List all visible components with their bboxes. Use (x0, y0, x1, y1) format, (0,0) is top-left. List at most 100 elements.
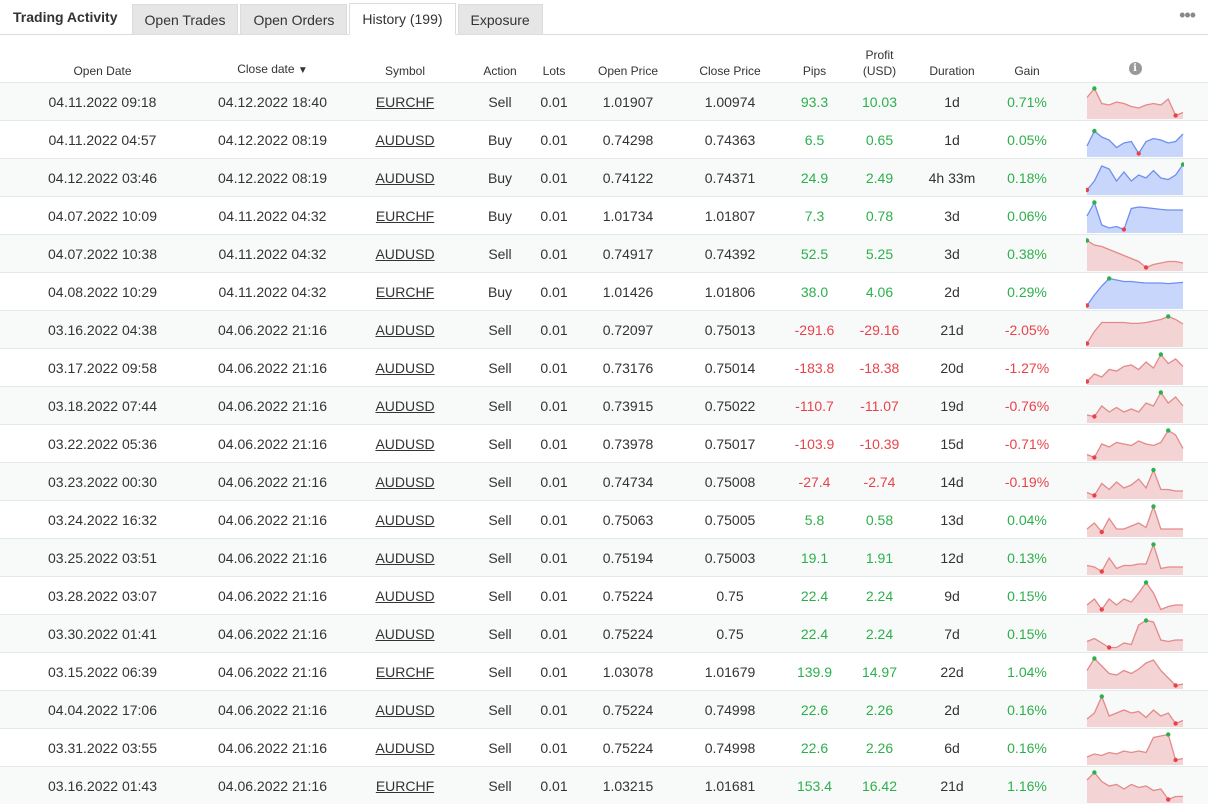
table-row[interactable]: 04.12.2022 03:46 04.12.2022 08:19 AUDUSD Bu… (0, 158, 1208, 197)
symbol-link[interactable]: AUDUSD (375, 322, 434, 338)
tab-exposure[interactable]: Exposure (457, 4, 543, 34)
symbol-link[interactable]: AUDUSD (375, 550, 434, 566)
table-row[interactable]: 03.30.2022 01:41 04.06.2022 21:16 AUDUSD Se… (0, 614, 1208, 653)
symbol-link[interactable]: EURCHF (376, 778, 434, 794)
cell-pips: 22.4 (782, 614, 847, 653)
cell-gain: -2.05% (992, 310, 1062, 349)
equity-sparkline (1086, 427, 1184, 461)
cell-chart (1062, 576, 1208, 615)
cell-open-price: 0.75194 (578, 538, 678, 577)
table-row[interactable]: 03.18.2022 07:44 04.06.2022 21:16 AUDUSD Se… (0, 386, 1208, 425)
cell-symbol: AUDUSD (340, 538, 470, 577)
table-row[interactable]: 03.17.2022 09:58 04.06.2022 21:16 AUDUSD Se… (0, 348, 1208, 387)
cell-action: Sell (470, 82, 530, 121)
info-icon[interactable]: i (1128, 62, 1142, 75)
table-row[interactable]: 04.04.2022 17:06 04.06.2022 21:16 AUDUSD Se… (0, 690, 1208, 729)
cell-pips: 24.9 (782, 158, 847, 197)
cell-symbol: AUDUSD (340, 462, 470, 501)
tab-history[interactable]: History (199) (349, 3, 456, 35)
cell-duration: 22d (912, 652, 992, 691)
col-gain[interactable]: Gain (992, 35, 1062, 83)
table-row[interactable]: 03.25.2022 03:51 04.06.2022 21:16 AUDUSD Se… (0, 538, 1208, 577)
table-row[interactable]: 04.11.2022 04:57 04.12.2022 08:19 AUDUSD Bu… (0, 120, 1208, 159)
col-profit[interactable]: Profit (USD) (847, 35, 912, 83)
table-row[interactable]: 03.24.2022 16:32 04.06.2022 21:16 AUDUSD Se… (0, 500, 1208, 539)
cell-duration: 2d (912, 272, 992, 311)
symbol-link[interactable]: AUDUSD (375, 740, 434, 756)
symbol-link[interactable]: AUDUSD (375, 360, 434, 376)
cell-symbol: EURCHF (340, 82, 470, 121)
cell-open-date: 03.16.2022 04:38 (0, 310, 205, 349)
cell-pips: -291.6 (782, 310, 847, 349)
symbol-link[interactable]: EURCHF (376, 94, 434, 110)
table-row[interactable]: 03.31.2022 03:55 04.06.2022 21:16 AUDUSD Se… (0, 728, 1208, 767)
cell-chart (1062, 272, 1208, 311)
symbol-link[interactable]: AUDUSD (375, 170, 434, 186)
sparkline-low-dot (1143, 264, 1149, 270)
table-row[interactable]: 03.15.2022 06:39 04.06.2022 21:16 EURCHF Se… (0, 652, 1208, 691)
sparkline-high-dot (1092, 769, 1097, 775)
cell-symbol: AUDUSD (340, 158, 470, 197)
table-row[interactable]: 03.22.2022 05:36 04.06.2022 21:16 AUDUSD Se… (0, 424, 1208, 463)
col-close-price[interactable]: Close Price (678, 35, 782, 83)
equity-sparkline (1086, 275, 1184, 309)
cell-close-date: 04.12.2022 08:19 (205, 120, 340, 159)
cell-profit: 2.49 (847, 158, 912, 197)
symbol-link[interactable]: AUDUSD (375, 512, 434, 528)
cell-chart (1062, 120, 1208, 159)
cell-chart (1062, 386, 1208, 425)
col-lots[interactable]: Lots (530, 35, 578, 83)
col-pips[interactable]: Pips (782, 35, 847, 83)
table-row[interactable]: 03.28.2022 03:07 04.06.2022 21:16 AUDUSD Se… (0, 576, 1208, 615)
symbol-link[interactable]: AUDUSD (375, 474, 434, 490)
cell-close-date: 04.06.2022 21:16 (205, 500, 340, 539)
cell-action: Sell (470, 766, 530, 804)
equity-sparkline (1086, 128, 1184, 157)
symbol-link[interactable]: AUDUSD (375, 132, 434, 148)
table-row[interactable]: 03.23.2022 00:30 04.06.2022 21:16 AUDUSD Se… (0, 462, 1208, 501)
table-row[interactable]: 03.16.2022 04:38 04.06.2022 21:16 AUDUSD Se… (0, 310, 1208, 349)
symbol-link[interactable]: AUDUSD (375, 626, 434, 642)
table-row[interactable]: 04.11.2022 09:18 04.12.2022 18:40 EURCHF Se… (0, 82, 1208, 121)
cell-profit: 0.78 (847, 196, 912, 235)
table-row[interactable]: 04.07.2022 10:09 04.11.2022 04:32 EURCHF Bu… (0, 196, 1208, 235)
cell-chart (1062, 310, 1208, 349)
symbol-link[interactable]: AUDUSD (375, 436, 434, 452)
table-row[interactable]: 03.16.2022 01:43 04.06.2022 21:16 EURCHF Se… (0, 766, 1208, 804)
cell-lots: 0.01 (530, 348, 578, 387)
symbol-link[interactable]: AUDUSD (375, 398, 434, 414)
symbol-link[interactable]: EURCHF (376, 284, 434, 300)
cell-chart (1062, 234, 1208, 273)
col-open-price[interactable]: Open Price (578, 35, 678, 83)
sparkline-high-dot (1092, 655, 1097, 661)
col-open-date[interactable]: Open Date (0, 35, 205, 83)
equity-sparkline (1086, 467, 1183, 499)
col-close-date[interactable]: Close date ▼ (205, 35, 340, 83)
symbol-link[interactable]: AUDUSD (375, 702, 434, 718)
cell-close-price: 0.75013 (678, 310, 782, 349)
cell-symbol: EURCHF (340, 272, 470, 311)
cell-duration: 1d (912, 82, 992, 121)
cell-action: Sell (470, 500, 530, 539)
col-symbol[interactable]: Symbol (340, 35, 470, 83)
cell-duration: 21d (912, 310, 992, 349)
symbol-link[interactable]: AUDUSD (375, 588, 434, 604)
symbol-link[interactable]: AUDUSD (375, 246, 434, 262)
cell-close-price: 0.75003 (678, 538, 782, 577)
col-action[interactable]: Action (470, 35, 530, 83)
table-row[interactable]: 04.07.2022 10:38 04.11.2022 04:32 AUDUSD Se… (0, 234, 1208, 273)
symbol-link[interactable]: EURCHF (376, 664, 434, 680)
cell-duration: 3d (912, 196, 992, 235)
ellipsis-icon[interactable]: ••• (1179, 5, 1196, 26)
col-duration[interactable]: Duration (912, 35, 992, 83)
tab-open-trades[interactable]: Open Trades (131, 4, 239, 34)
table-row[interactable]: 04.08.2022 10:29 04.11.2022 04:32 EURCHF Bu… (0, 272, 1208, 311)
sparkline-high-dot (1151, 467, 1156, 472)
cell-gain: 0.71% (992, 82, 1062, 121)
sparkline-high-dot (1151, 541, 1156, 547)
cell-lots: 0.01 (530, 766, 578, 804)
cell-open-date: 03.25.2022 03:51 (0, 538, 205, 577)
cell-duration: 1d (912, 120, 992, 159)
tab-open-orders[interactable]: Open Orders (240, 4, 348, 34)
symbol-link[interactable]: EURCHF (376, 208, 434, 224)
